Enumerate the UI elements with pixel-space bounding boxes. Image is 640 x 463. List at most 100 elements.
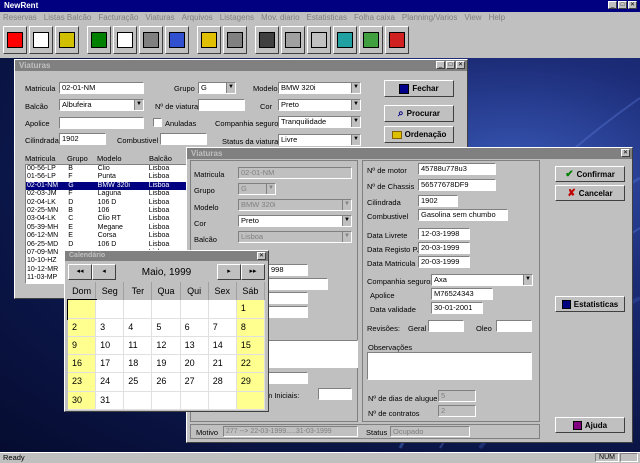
list-item[interactable]: 00-56-LP B Clio Lisboa (26, 165, 186, 173)
toolbar-button[interactable] (385, 26, 409, 54)
chevron-down-icon[interactable]: ▼ (342, 216, 351, 226)
calendar-day[interactable]: 26 (152, 373, 181, 392)
toolbar-button[interactable] (223, 26, 247, 54)
modelo-select[interactable]: BMW 320i ▼ (278, 82, 361, 94)
calendar-day[interactable]: 11 (124, 336, 153, 356)
calendar-day[interactable]: 21 (208, 355, 237, 374)
list-item[interactable]: 02-01-NM G BMW 320i Lisboa (26, 181, 186, 191)
calendar-day[interactable]: 22 (236, 355, 265, 374)
calendar-day[interactable]: 19 (152, 355, 181, 374)
menu-item[interactable]: View (464, 12, 481, 23)
d-balcao-select[interactable]: Lisboa ▼ (238, 231, 352, 243)
list-item[interactable]: 02-25-MN B 106 Lisboa (26, 207, 186, 215)
menu-item[interactable]: Listagens (220, 12, 254, 23)
menu-item[interactable]: Facturação (98, 12, 138, 23)
menu-item[interactable]: Folha caixa (354, 12, 395, 23)
toolbar-button[interactable] (197, 26, 221, 54)
chevron-down-icon[interactable]: ▼ (342, 200, 351, 210)
d-combust-input[interactable]: Gasolina sem chumbo (418, 209, 508, 221)
close-icon[interactable]: ✕ (456, 61, 465, 69)
calendar-day[interactable]: 20 (180, 355, 209, 374)
compseg-select[interactable]: Tranquilidade ▼ (278, 116, 361, 128)
d-field-a[interactable] (268, 278, 328, 290)
d-grupo-select[interactable]: G ▼ (238, 183, 276, 195)
oleo-input[interactable] (496, 320, 532, 332)
toolbar-button[interactable] (281, 26, 305, 54)
ajuda-button[interactable]: Ajuda (555, 417, 625, 433)
calendar-day[interactable]: 25 (124, 373, 153, 392)
calendar-day[interactable]: 28 (208, 373, 237, 392)
d-cor-select[interactable]: Preto ▼ (238, 215, 352, 227)
menu-item[interactable]: Arquivos (182, 12, 213, 23)
toolbar-button[interactable] (333, 26, 357, 54)
next-year-button[interactable]: ▸▸ (241, 264, 265, 280)
toolbar-button[interactable] (359, 26, 383, 54)
calendar-day[interactable]: 13 (180, 336, 209, 356)
d-modelo-select[interactable]: BMW 320i ▼ (238, 199, 352, 211)
menu-item[interactable]: Help (489, 12, 505, 23)
toolbar-button[interactable] (87, 26, 111, 54)
menu-item[interactable]: Viaturas (145, 12, 174, 23)
calendar-day[interactable]: 12 (152, 336, 181, 356)
maximize-icon[interactable]: □ (618, 1, 627, 9)
list-item[interactable]: 06-12-MN E Corsa Lisboa (26, 232, 186, 240)
calendar-day[interactable]: 23 (68, 373, 97, 392)
d-iniciais-input[interactable] (318, 388, 352, 400)
chevron-down-icon[interactable]: ▼ (226, 83, 235, 93)
matricula-input[interactable]: 02-01-NM (59, 82, 144, 94)
d-matricula-input[interactable]: 02-01-NM (238, 167, 352, 179)
next-month-button[interactable]: ▸ (217, 264, 241, 280)
chevron-down-icon[interactable]: ▼ (351, 135, 360, 145)
anuladas-checkbox[interactable] (153, 118, 162, 127)
calendar-day[interactable]: 6 (180, 318, 209, 337)
calendar-day[interactable]: 10 (96, 336, 125, 356)
chevron-down-icon[interactable]: ▼ (351, 100, 360, 110)
close-icon[interactable]: ✕ (621, 149, 630, 157)
d-km-input[interactable]: 998 (268, 264, 308, 276)
registo-input[interactable]: 20-03-1999 (418, 242, 470, 254)
d-cilindrada-input[interactable]: 1902 (418, 195, 458, 207)
confirmar-button[interactable]: ✔ Confirmar (555, 166, 625, 182)
chevron-down-icon[interactable]: ▼ (134, 100, 143, 110)
chevron-down-icon[interactable]: ▼ (351, 117, 360, 127)
grupo-select[interactable]: G ▼ (198, 82, 236, 94)
toolbar-button[interactable] (307, 26, 331, 54)
status-viatura-select[interactable]: Livre ▼ (278, 134, 361, 146)
calendar-day[interactable]: 16 (68, 355, 97, 374)
toolbar-button[interactable] (113, 26, 137, 54)
list-column-header[interactable]: Grupo (67, 154, 97, 164)
nchassis-input[interactable]: 56577678DF9 (418, 179, 496, 191)
validade-input[interactable]: 30-01-2001 (431, 302, 483, 314)
calendar-day[interactable]: 27 (180, 373, 209, 392)
maximize-icon[interactable]: □ (446, 61, 455, 69)
toolbar-button[interactable] (3, 26, 27, 54)
toolbar-button[interactable] (29, 26, 53, 54)
apolice-input[interactable] (59, 117, 144, 129)
nmotor-input[interactable]: 45788u778u3 (418, 163, 496, 175)
d-apolice-input[interactable]: M76524343 (431, 288, 493, 300)
list-item[interactable]: 06-25-MD D 106 D Lisboa (26, 241, 186, 249)
obs-textarea[interactable] (367, 352, 532, 380)
geral-input[interactable] (428, 320, 464, 332)
d-compseg-select[interactable]: Axa ▼ (431, 274, 533, 286)
list-item[interactable]: 01-56-LP F Punta Lisboa (26, 173, 186, 181)
calendar-day[interactable]: 17 (96, 355, 125, 374)
dmatricula-input[interactable]: 20-03-1999 (418, 256, 470, 268)
close-icon[interactable]: ✕ (257, 252, 266, 260)
menu-item[interactable]: Reservas (3, 12, 37, 23)
menu-item[interactable]: Listas Balcão (44, 12, 92, 23)
minimize-icon[interactable]: _ (436, 61, 445, 69)
calendar-day[interactable]: 4 (124, 318, 153, 337)
calendar-day[interactable]: 5 (152, 318, 181, 337)
calendar-day[interactable]: 2 (68, 318, 97, 337)
d-field-b[interactable] (268, 292, 308, 304)
chevron-down-icon[interactable]: ▼ (342, 232, 351, 242)
cancelar-button[interactable]: ✘ Cancelar (555, 185, 625, 201)
list-column-header[interactable]: Balcão (149, 154, 187, 164)
procurar-button[interactable]: ⌕ Procurar (384, 105, 454, 122)
d-field-d[interactable] (268, 372, 308, 384)
d-field-c[interactable] (268, 306, 308, 318)
prev-year-button[interactable]: ◂◂ (68, 264, 92, 280)
list-column-header[interactable]: Matricula (25, 154, 67, 164)
d-contrato-box[interactable] (268, 340, 358, 368)
